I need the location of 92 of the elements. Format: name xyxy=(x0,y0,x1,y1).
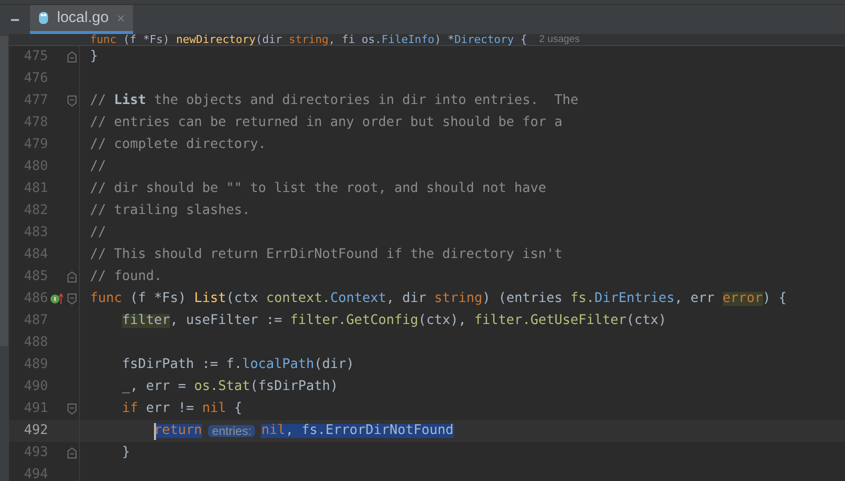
code-token: (dir xyxy=(256,34,284,45)
code-token: err != xyxy=(145,402,196,416)
code-token: // dir should be "" to list the root, and should not have xyxy=(90,182,546,196)
code-token: ) * xyxy=(434,34,454,45)
minus-icon[interactable] xyxy=(11,18,19,20)
side-scrollbar[interactable] xyxy=(0,36,8,346)
code-token: (ctx xyxy=(226,292,260,306)
code-token: func xyxy=(90,292,122,306)
fold-icon[interactable] xyxy=(67,293,77,305)
code-token: // found. xyxy=(90,270,162,284)
implements-icon[interactable] xyxy=(50,293,64,305)
code-token: , dir xyxy=(386,292,428,306)
code-token: filter.GetUseFilter xyxy=(474,314,626,328)
code-token: ) { xyxy=(762,292,787,306)
code-token: (dir) xyxy=(314,358,354,372)
code-token: Context xyxy=(330,292,386,306)
line-number: 484 xyxy=(22,248,48,262)
line-number: 480 xyxy=(22,160,48,174)
code-token: Directory xyxy=(454,34,514,45)
code-token: { xyxy=(233,402,242,416)
code-token: context. xyxy=(266,292,330,306)
code-token: string xyxy=(288,34,328,45)
line-number: 494 xyxy=(22,468,48,481)
fold-end-icon[interactable] xyxy=(67,447,77,459)
line-number: 489 xyxy=(22,358,48,372)
code-token: if xyxy=(122,402,138,416)
line-number: 486 xyxy=(22,292,48,306)
code-token: , err xyxy=(674,292,716,306)
highlighted-token: filter xyxy=(122,314,170,328)
code-token: { xyxy=(520,34,528,45)
code-token: , fs.ErrorDirNotFound xyxy=(285,424,454,438)
code-token: // xyxy=(90,160,106,174)
fold-icon[interactable] xyxy=(67,403,77,415)
inlay-hint: entries: xyxy=(208,425,256,437)
code-token: // xyxy=(90,226,106,240)
code-token: // This should return ErrDirNotFound if the directory isn't xyxy=(90,248,562,262)
code-token: (ctx), xyxy=(418,314,468,328)
code-token: return xyxy=(154,424,202,438)
fold-end-icon[interactable] xyxy=(67,271,77,283)
gopher-icon xyxy=(38,11,49,25)
code-token: List xyxy=(114,94,146,108)
code-token: localPath xyxy=(242,358,314,372)
code-token: // complete directory. xyxy=(90,138,266,152)
line-number: 485 xyxy=(22,270,48,284)
code-token: _, err = xyxy=(122,380,188,394)
code-token: // entries can be returned in any order but should be for a xyxy=(90,116,562,130)
line-number: 490 xyxy=(22,380,48,394)
code-token: func xyxy=(90,34,116,45)
line-number: 477 xyxy=(22,94,48,108)
code-token: nil xyxy=(202,402,226,416)
usages-hint[interactable]: 2 usages xyxy=(539,34,580,44)
code-token: // xyxy=(90,94,108,108)
line-number: 487 xyxy=(22,314,48,328)
text-cursor xyxy=(154,422,156,440)
code-token: } xyxy=(90,50,98,64)
tab-label: local.go xyxy=(57,8,109,28)
line-number: 476 xyxy=(22,72,48,86)
code-token: newDirectory xyxy=(176,34,256,45)
code-token: fsDirPath := f. xyxy=(122,358,242,372)
line-number: 483 xyxy=(22,226,48,240)
code-token: ) (entries xyxy=(482,292,564,306)
line-number: 491 xyxy=(22,402,48,416)
line-number: 482 xyxy=(22,204,48,218)
line-number: 481 xyxy=(22,182,48,196)
file-tab[interactable]: local.go × xyxy=(30,5,133,34)
code-token: os.Stat xyxy=(194,380,250,394)
code-token: List xyxy=(194,292,226,306)
code-token: } xyxy=(122,446,130,460)
code-token: fs. xyxy=(570,292,594,306)
fold-end-icon[interactable] xyxy=(67,51,77,63)
close-icon[interactable]: × xyxy=(116,8,125,28)
line-number: 478 xyxy=(22,116,48,130)
code-token: (ctx) xyxy=(626,314,666,328)
line-number: 488 xyxy=(22,336,48,350)
line-number: 492 xyxy=(22,424,48,438)
fold-icon[interactable] xyxy=(67,95,77,107)
highlighted-token: error xyxy=(722,292,763,306)
code-token: , useFilter := xyxy=(170,314,284,328)
code-token: (f *Fs) xyxy=(122,34,170,45)
code-token: (fsDirPath) xyxy=(250,380,338,394)
code-token: , fi os. xyxy=(328,34,382,45)
code-token: (f *Fs) xyxy=(129,292,188,306)
code-token: DirEntries xyxy=(594,292,674,306)
code-token: string xyxy=(434,292,482,306)
code-token: FileInfo xyxy=(381,34,434,45)
code-token: nil xyxy=(261,424,286,438)
code-token: // trailing slashes. xyxy=(90,204,250,218)
line-number: 479 xyxy=(22,138,48,152)
line-number: 493 xyxy=(22,446,48,460)
line-number: 475 xyxy=(22,50,48,64)
code-token: the objects and directories in dir into entries. The xyxy=(153,94,578,108)
code-token: filter.GetConfig xyxy=(290,314,418,328)
